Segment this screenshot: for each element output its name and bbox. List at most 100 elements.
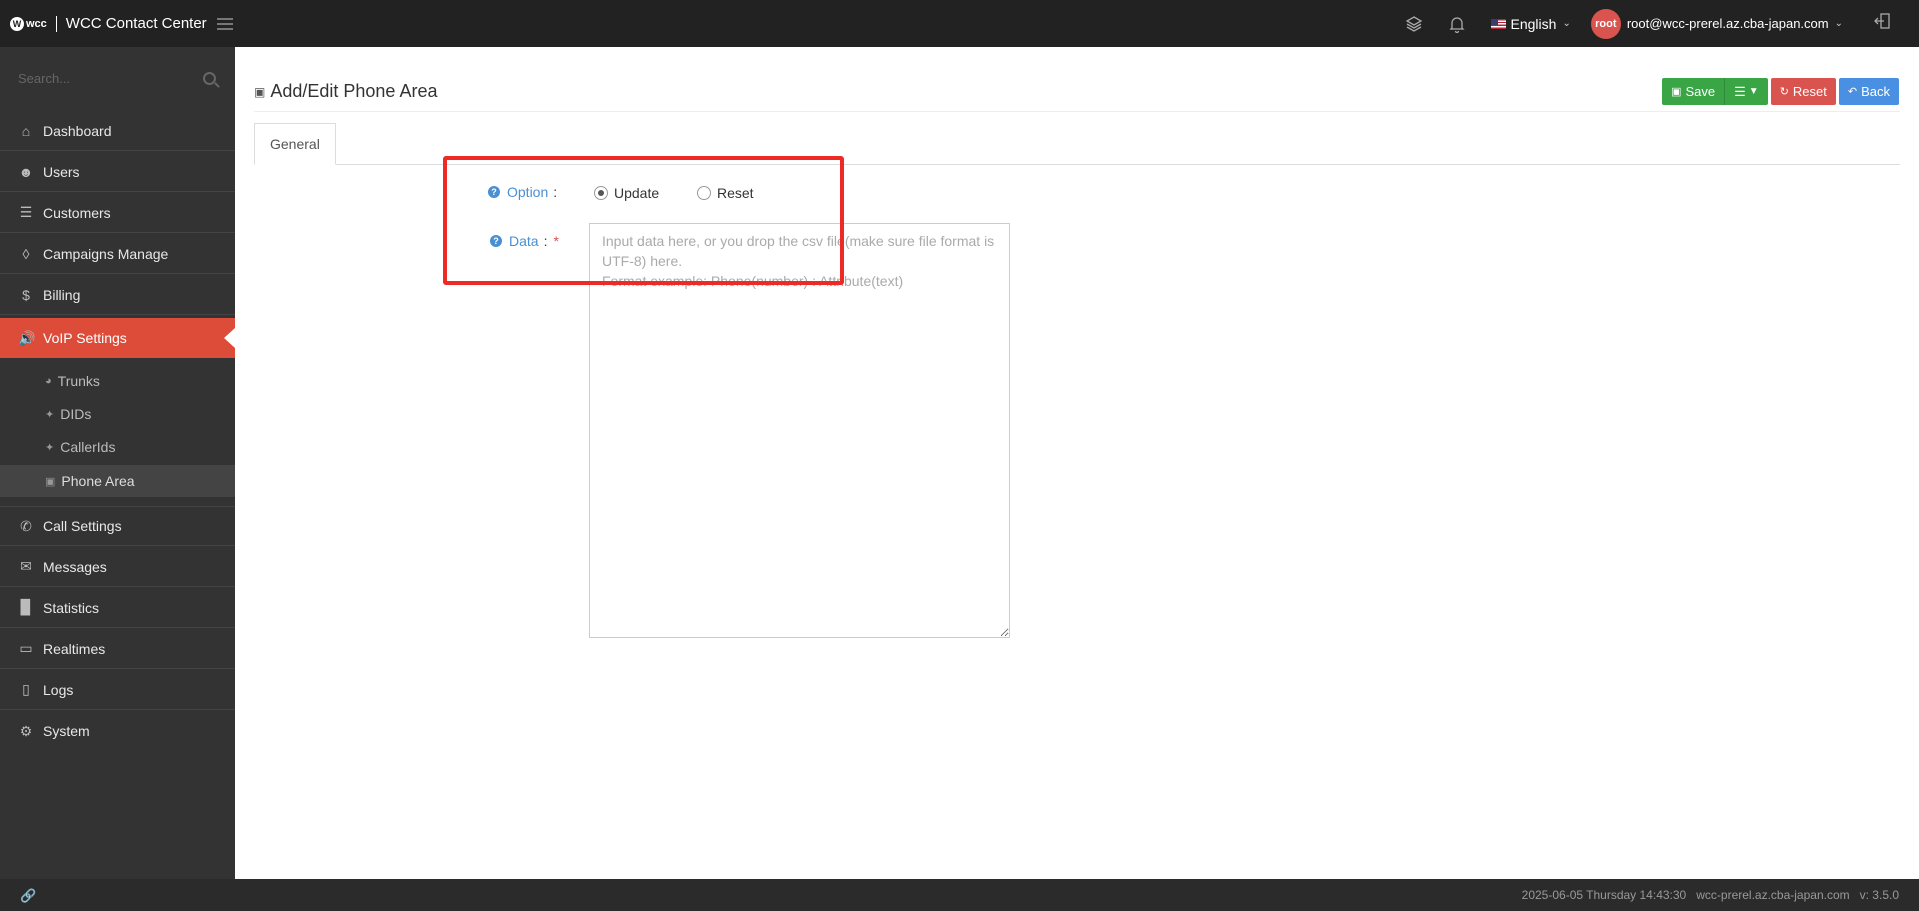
list-icon: ☰ [1734,83,1746,99]
sidebar-item-label: Users [43,163,80,180]
sidebar-subitem-callerids[interactable]: ✦ CallerIds [0,431,235,463]
footer-host: wcc-prerel.az.cba-japan.com [1696,888,1850,902]
sidebar-item-messages[interactable]: ✉ Messages [0,547,235,587]
radio-checked-icon[interactable] [594,186,608,200]
refresh-icon: ↻ [1779,86,1789,98]
sidebar-subitem-trunks[interactable]: ◕ Trunks [0,365,235,397]
sidebar-item-label: Realtimes [43,640,106,657]
book-icon: ▯ [22,681,30,697]
sidebar-item-label: Statistics [43,599,100,616]
us-flag-icon [1490,18,1506,29]
floppy-icon: ▣ [1671,86,1682,98]
radio-label: Update [614,185,660,201]
sidebar-item-voip-settings[interactable]: 🔊 VoIP Settings [0,318,235,358]
logout-icon[interactable] [1873,12,1891,35]
reset-button-label: Reset [1792,84,1827,99]
help-icon[interactable]: ? [490,235,502,247]
sidebar-item-label: Messages [43,558,107,575]
sidebar-item-realtimes[interactable]: ▭ Realtimes [0,629,235,669]
page-title: ▣ Add/Edit Phone Area [254,81,437,102]
crosshair-icon: ✦ [45,408,55,421]
sidebar-search [18,70,216,90]
sidebar-item-system[interactable]: ⚙ System [0,711,235,751]
language-selector[interactable]: English ⌄ [1490,15,1571,32]
footer-version: v: 3.5.0 [1859,888,1899,902]
tab-bar: General [254,123,1900,165]
book-icon: ▣ [254,84,266,99]
data-label: ? Data : * [490,233,559,249]
page-title-text: Add/Edit Phone Area [270,81,438,101]
user-menu[interactable]: root root@wcc-prerel.az.cba-japan.com ⌄ [1590,8,1843,39]
title-divider [254,111,1900,112]
radio-unchecked-icon[interactable] [697,186,711,200]
tab-general[interactable]: General [254,123,336,165]
search-input[interactable] [18,71,188,86]
sidebar-item-users[interactable]: ☻ Users [0,152,235,192]
gear-icon: ⚙ [19,722,33,739]
sidebar-subitem-label: DIDs [60,406,92,422]
action-buttons: ▣ Save ☰ ▼ ↻ Reset ↶ Back [1662,78,1899,105]
sidebar-item-label: Customers [43,204,111,221]
sidebar-item-label: Billing [43,286,81,303]
phone-icon: ✆ [20,517,32,534]
label-colon: : [553,184,558,200]
save-button-label: Save [1685,84,1716,99]
crosshair-icon: ✦ [45,441,55,454]
sidebar-item-label: System [43,723,90,739]
menu-toggle-icon[interactable] [216,17,233,30]
envelope-icon: ✉ [20,558,32,574]
sidebar-item-customers[interactable]: ☰ Customers [0,193,235,233]
link-status-icon: 🔗 [20,888,37,903]
back-button-label: Back [1861,84,1890,99]
monitor-icon: ▭ [19,640,33,656]
logo-text: wcc [26,17,47,30]
data-textarea[interactable] [589,223,1010,638]
user-icon: ☻ [18,163,34,180]
search-icon[interactable] [203,72,216,85]
chevron-down-icon: ⌄ [1562,18,1571,29]
data-label-text: Data [509,233,539,249]
sidebar-item-call-settings[interactable]: ✆ Call Settings [0,506,235,546]
option-label-text: Option [507,184,549,200]
sidebar-item-label: Logs [43,681,74,698]
language-label: English [1510,15,1557,32]
required-mark: * [553,233,559,249]
wcc-logo: W wcc [10,16,47,31]
sidebar-item-statistics[interactable]: ▉ Statistics [0,588,235,628]
radio-label: Reset [717,185,754,201]
option-radio-update[interactable]: Update [594,185,659,201]
wcc-logo-icon: W [10,16,24,31]
logo-divider [55,15,57,32]
app-logo[interactable]: W wcc WCC Contact Center [10,15,233,32]
chevron-down-icon: ▼ [1748,86,1759,97]
book-icon: ▣ [45,475,56,488]
sidebar-item-campaigns-manage[interactable]: ◊ Campaigns Manage [0,234,235,274]
reset-button[interactable]: ↻ Reset [1770,78,1836,105]
sidebar-item-label: VoIP Settings [43,330,127,346]
layers-icon: ◊ [22,245,30,262]
back-button[interactable]: ↶ Back [1838,78,1899,105]
sidebar-item-label: Campaigns Manage [43,245,169,262]
label-colon: : [543,233,548,249]
save-button[interactable]: ▣ Save [1662,78,1726,105]
sidebar-subitem-label: CallerIds [60,439,116,455]
top-bar-right: English ⌄ root root@wcc-prerel.az.cba-ja… [1405,0,1919,47]
tachometer-icon: ◕ [45,375,52,387]
sidebar-subitem-label: Trunks [57,373,100,389]
sidebar-item-dashboard[interactable]: ⌂ Dashboard [0,111,235,151]
layers-icon[interactable] [1405,15,1423,33]
bar-chart-icon: ▉ [20,599,32,615]
bell-icon[interactable] [1448,15,1465,33]
save-options-dropdown[interactable]: ☰ ▼ [1725,78,1768,105]
sidebar-subitem-dids[interactable]: ✦ DIDs [0,398,235,430]
help-icon[interactable]: ? [488,186,500,198]
sidebar-item-billing[interactable]: $ Billing [0,275,235,315]
option-radio-reset[interactable]: Reset [697,185,754,201]
sidebar-subitem-phone-area[interactable]: ▣ Phone Area [0,465,235,497]
footer: 🔗 2025-06-05 Thursday 14:43:30 wcc-prere… [0,879,1919,911]
sidebar-item-logs[interactable]: ▯ Logs [0,670,235,710]
footer-info: 2025-06-05 Thursday 14:43:30 wcc-prerel.… [1512,888,1899,902]
option-label: ? Option : [488,184,557,200]
sidebar: ⌂ Dashboard ☻ Users ☰ Customers ◊ Campai… [0,47,235,879]
sidebar-subitem-label: Phone Area [61,473,135,489]
